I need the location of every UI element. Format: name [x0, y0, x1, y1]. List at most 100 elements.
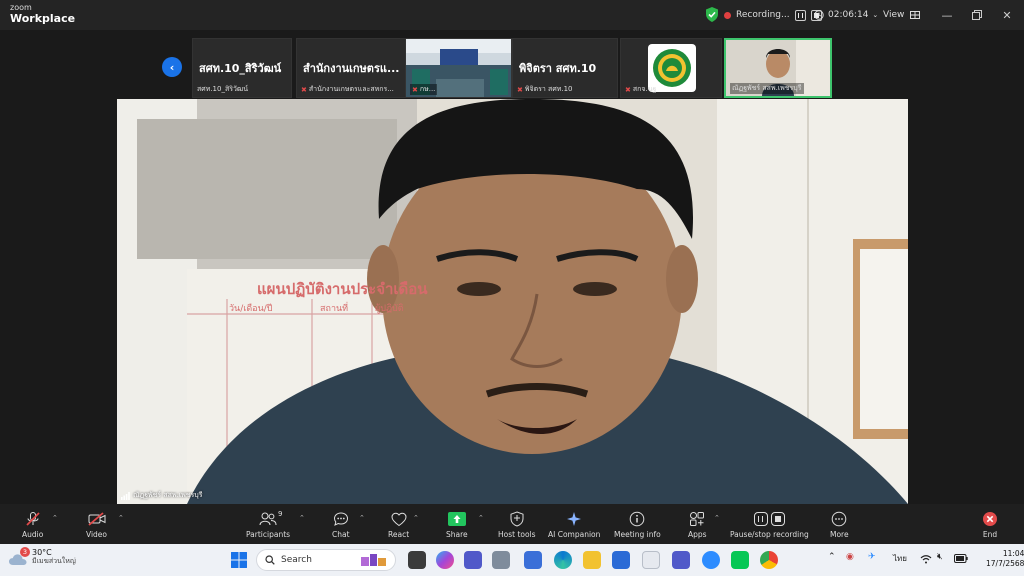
- windows-start-icon[interactable]: [230, 551, 248, 569]
- end-meeting-button[interactable]: End: [982, 510, 998, 539]
- host-tools-button[interactable]: Host tools: [498, 510, 536, 539]
- task-view-icon[interactable]: [408, 551, 426, 569]
- react-options-caret-icon[interactable]: ⌃: [413, 514, 419, 522]
- taskbar-search-box[interactable]: Search: [256, 549, 396, 571]
- participant-tile[interactable]: สำนักงานเกษตรแ... ✖ สำนักงานเกษตรและสหกร…: [296, 38, 406, 98]
- mic-muted-icon: [26, 512, 40, 526]
- speaker-name: ณัฏฐพัชร์ สสพ.เพชรบุรี: [133, 491, 203, 499]
- close-window-icon[interactable]: ✕: [998, 6, 1016, 24]
- pause-stop-recording-label: Pause/stop recording: [730, 530, 809, 539]
- timer-text: 02:06:14: [828, 10, 869, 20]
- microsoft-store-icon[interactable]: [612, 551, 630, 569]
- meeting-toolbar: Audio ⌃ Video ⌃ 9 Participants ⌃ Chat ⌃ …: [0, 504, 1024, 544]
- search-placeholder: Search: [281, 555, 312, 565]
- pause-stop-recording-button[interactable]: Pause/stop recording: [730, 510, 809, 539]
- whiteboard-column: วัน/เดือน/ปี: [229, 304, 273, 314]
- security-shield-icon[interactable]: [705, 7, 719, 22]
- participants-button[interactable]: 9 Participants: [246, 510, 290, 539]
- volume-muted-icon[interactable]: 🔇︎: [937, 552, 943, 562]
- more-button[interactable]: More: [830, 510, 849, 539]
- chat-label: Chat: [332, 530, 350, 539]
- show-hidden-icons-caret-icon[interactable]: ⌃: [828, 552, 836, 562]
- weather-badge: 3: [20, 546, 30, 557]
- audio-label: Audio: [22, 530, 44, 539]
- participant-caption-text: พิจิตรา สศท.10: [524, 85, 573, 93]
- chat-button[interactable]: Chat: [332, 510, 350, 539]
- edge-browser-icon[interactable]: [554, 551, 572, 569]
- wifi-icon[interactable]: [920, 554, 932, 564]
- pause-recording-icon: [753, 512, 768, 526]
- audio-options-caret-icon[interactable]: ⌃: [52, 514, 58, 522]
- zoom-app-icon[interactable]: [702, 551, 720, 569]
- participants-label: Participants: [246, 530, 291, 539]
- view-button[interactable]: View: [883, 6, 921, 24]
- whiteboard-title: แผนปฏิบัติงานประจำเดือน: [257, 280, 428, 298]
- video-options-caret-icon[interactable]: ⌃: [118, 514, 124, 522]
- line-app-icon[interactable]: [731, 551, 749, 569]
- participant-caption: ✖ สำนักงานเกษตรและสหกร...: [301, 84, 394, 95]
- video-label: Video: [86, 530, 108, 539]
- sparkle-icon: [567, 512, 582, 526]
- minimize-icon[interactable]: —: [938, 6, 956, 24]
- brand-top-text: zoom: [10, 3, 32, 12]
- file-explorer-icon[interactable]: [583, 551, 601, 569]
- view-label: View: [883, 10, 905, 20]
- weather-temperature: 30°C: [32, 548, 52, 557]
- participant-tile[interactable]: ✖ กษ...: [405, 38, 512, 98]
- outlook-icon[interactable]: [524, 551, 542, 569]
- participant-tile-active-speaker[interactable]: ณัฏฐพัชร์ สสพ.เพชรบุรี: [724, 38, 832, 98]
- mic-muted-icon: ✖: [301, 85, 307, 94]
- chrome-browser-icon[interactable]: [760, 551, 778, 569]
- share-options-caret-icon[interactable]: ⌃: [478, 514, 484, 522]
- main-video-feed[interactable]: แผนปฏิบัติงานประจำเดือน วัน/เดือน/ปี สถา…: [117, 99, 908, 504]
- input-language-indicator[interactable]: ไทย: [893, 552, 907, 565]
- apps-button[interactable]: Apps: [688, 510, 707, 539]
- participants-icon: [259, 512, 277, 526]
- mic-muted-icon: ✖: [412, 85, 418, 94]
- participant-tile[interactable]: พิจิตรา สศท.10 ✖ พิจิตรา สศท.10: [512, 38, 618, 98]
- video-button[interactable]: Video: [86, 510, 107, 539]
- participant-caption-text: สำนักงานเกษตรและสหกร...: [308, 85, 394, 93]
- video-off-icon: [87, 512, 105, 526]
- pause-recording-button[interactable]: [794, 9, 806, 21]
- meeting-timer[interactable]: 02:06:14 ⌄: [814, 6, 878, 24]
- apps-grid-icon: [690, 512, 705, 526]
- react-button[interactable]: React: [388, 510, 409, 539]
- ai-companion-button[interactable]: AI Companion: [548, 510, 600, 539]
- copilot-icon[interactable]: [436, 551, 454, 569]
- participant-tile[interactable]: ✖ สกจ.นฐ: [620, 38, 722, 98]
- ai-companion-label: AI Companion: [548, 530, 601, 539]
- participant-caption-text: กษ...: [419, 85, 436, 93]
- antivirus-tray-icon[interactable]: ◉: [846, 552, 854, 562]
- system-clock[interactable]: 11:04 17/7/2568: [986, 549, 1024, 569]
- weather-widget[interactable]: 3 30°C มีเมฆส่วนใหญ่: [8, 546, 76, 566]
- restore-window-icon[interactable]: [968, 6, 986, 24]
- zoom-tray-icon[interactable]: ✈: [868, 552, 876, 562]
- stop-recording-icon: [770, 512, 785, 526]
- meeting-info-button[interactable]: Meeting info: [614, 510, 661, 539]
- participant-caption: ✖ สกจ.นฐ: [625, 84, 656, 95]
- battery-icon[interactable]: [954, 554, 968, 563]
- title-bar: zoom Workplace Recording... 02:06:14 ⌄ V…: [0, 0, 1024, 30]
- heart-icon: [391, 512, 407, 526]
- previous-page-button[interactable]: ‹: [162, 57, 182, 77]
- participant-caption: ✖ พิจิตรา สศท.10: [517, 84, 573, 95]
- participant-caption-text: ณัฏฐพัชร์ สสพ.เพชรบุรี: [732, 84, 802, 92]
- audio-button[interactable]: Audio: [22, 510, 43, 539]
- apps-options-caret-icon[interactable]: ⌃: [714, 514, 720, 522]
- photos-icon[interactable]: [642, 551, 660, 569]
- participants-options-caret-icon[interactable]: ⌃: [299, 514, 305, 522]
- participant-display-name: สำนักงานเกษตรแ...: [303, 62, 400, 75]
- teams-icon[interactable]: [464, 551, 482, 569]
- weather-description: มีเมฆส่วนใหญ่: [32, 557, 76, 566]
- chat-options-caret-icon[interactable]: ⌃: [359, 514, 365, 522]
- brand-bottom-text: Workplace: [10, 12, 76, 25]
- recording-indicator: Recording...: [724, 6, 822, 24]
- participant-tile[interactable]: สศท.10_สิริวัฒน์ สศท.10_สิริวัฒน์: [192, 38, 292, 98]
- search-icon: [265, 555, 275, 565]
- teams-work-icon[interactable]: [672, 551, 690, 569]
- participant-display-name: สศท.10_สิริวัฒน์: [199, 62, 282, 75]
- share-button[interactable]: Share: [446, 510, 468, 539]
- calculator-icon[interactable]: [492, 551, 510, 569]
- apps-label: Apps: [688, 530, 707, 539]
